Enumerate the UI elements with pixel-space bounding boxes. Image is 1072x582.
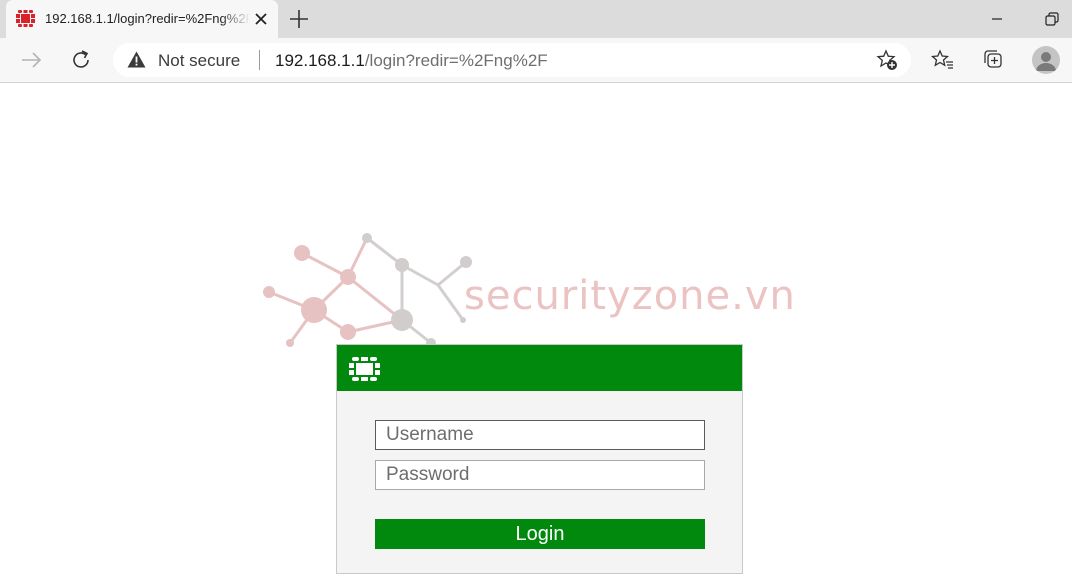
fortinet-logo-icon [349, 357, 380, 381]
login-button[interactable]: Login [375, 519, 705, 549]
security-label[interactable]: Not secure [158, 51, 240, 71]
plus-icon[interactable] [288, 8, 310, 30]
collections-icon[interactable] [981, 47, 1007, 73]
url-text[interactable]: 192.168.1.1/login?redir=%2Fng%2F [275, 51, 548, 71]
star-add-icon[interactable] [876, 49, 898, 71]
profile-icon [1036, 52, 1056, 71]
browser-tab[interactable]: 192.168.1.1/login?redir=%2Fng%2F [6, 0, 278, 38]
login-header [337, 345, 742, 391]
browser-toolbar: Not secure 192.168.1.1/login?redir=%2Fng… [0, 38, 1072, 83]
reload-icon[interactable] [68, 47, 94, 73]
url-path: /login?redir=%2Fng%2F [364, 51, 548, 70]
login-panel: Login [336, 344, 743, 574]
password-field[interactable] [375, 460, 705, 490]
watermark-text: securityzone.vn [464, 273, 796, 319]
back-arrow-icon[interactable] [18, 47, 44, 73]
warning-icon[interactable] [127, 51, 146, 68]
tab-strip: 192.168.1.1/login?redir=%2Fng%2F [0, 0, 1072, 38]
url-host: 192.168.1.1 [275, 51, 365, 70]
close-icon[interactable] [251, 9, 271, 29]
address-divider [259, 50, 260, 70]
username-field[interactable] [375, 420, 705, 450]
fortinet-favicon-icon [16, 10, 35, 27]
address-bar[interactable]: Not secure 192.168.1.1/login?redir=%2Fng… [113, 43, 911, 77]
favorites-icon[interactable] [930, 47, 956, 73]
restore-icon[interactable] [1041, 8, 1063, 30]
avatar[interactable] [1032, 46, 1060, 74]
tab-title: 192.168.1.1/login?redir=%2Fng%2F [45, 11, 250, 26]
minimize-icon[interactable] [986, 8, 1008, 30]
